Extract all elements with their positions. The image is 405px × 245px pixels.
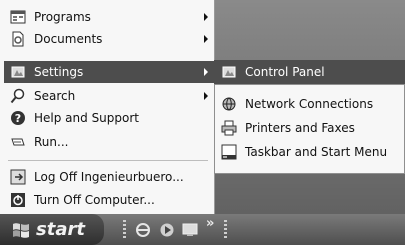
ie-icon[interactable] (134, 221, 152, 239)
submenu-arrow-icon (204, 68, 208, 76)
menu-item-label: Settings (34, 65, 84, 79)
taskbar-grip[interactable] (123, 220, 126, 240)
taskbar: start » (0, 214, 405, 245)
settings-submenu-header: Control Panel (214, 60, 405, 84)
media-icon[interactable] (158, 221, 176, 239)
overflow-chevron[interactable]: » (206, 216, 214, 231)
control-panel-icon (221, 64, 237, 80)
desktop: Programs Documents Settings Search ? Hel… (0, 0, 405, 245)
settings-submenu: Network Connections Printers and Faxes T… (214, 84, 405, 174)
submenu-item-control-panel[interactable]: Control Panel (215, 61, 404, 83)
menu-separator (8, 160, 208, 161)
taskbar-icon (221, 144, 237, 160)
help-icon: ? (10, 110, 26, 126)
menu-item-label: Turn Off Computer... (34, 193, 155, 207)
menu-item-label: Run... (34, 135, 69, 149)
submenu-arrow-icon (204, 92, 208, 100)
submenu-arrow-icon (204, 35, 208, 43)
menu-item-label: Log Off Ingenieurbuero... (34, 170, 184, 184)
submenu-item-label: Taskbar and Start Menu (245, 145, 388, 159)
menu-item-run[interactable]: Run... (4, 131, 214, 153)
run-icon (10, 134, 26, 150)
menu-item-help[interactable]: ? Help and Support (4, 107, 214, 129)
submenu-item-label: Printers and Faxes (245, 121, 355, 135)
submenu-item-label: Network Connections (245, 97, 374, 111)
menu-item-documents[interactable]: Documents (4, 28, 214, 50)
search-icon (10, 88, 26, 104)
menu-item-turn-off[interactable]: Turn Off Computer... (4, 189, 214, 211)
submenu-item-printers[interactable]: Printers and Faxes (215, 117, 404, 139)
svg-text:?: ? (15, 112, 21, 125)
menu-item-label: Programs (34, 10, 91, 24)
menu-item-label: Search (34, 89, 76, 103)
submenu-item-taskbar[interactable]: Taskbar and Start Menu (215, 141, 404, 163)
programs-icon (10, 9, 26, 25)
taskbar-grip[interactable] (224, 220, 227, 240)
documents-icon (10, 31, 26, 47)
submenu-arrow-icon (204, 13, 208, 21)
settings-icon (10, 64, 26, 80)
power-icon (10, 192, 26, 208)
menu-item-programs[interactable]: Programs (4, 6, 214, 28)
network-icon (221, 96, 237, 112)
menu-item-settings[interactable]: Settings (4, 61, 214, 83)
start-menu: Programs Documents Settings Search ? Hel… (0, 0, 215, 214)
windows-flag-icon (12, 221, 30, 239)
submenu-item-network[interactable]: Network Connections (215, 93, 404, 115)
menu-item-log-off[interactable]: Log Off Ingenieurbuero... (4, 166, 214, 188)
menu-item-search[interactable]: Search (4, 85, 214, 107)
menu-item-label: Documents (34, 32, 103, 46)
log-off-icon (10, 169, 26, 185)
desktop-icon[interactable] (181, 221, 199, 239)
start-button[interactable]: start (0, 214, 104, 245)
submenu-item-label: Control Panel (245, 65, 325, 79)
start-label: start (36, 219, 85, 240)
menu-item-label: Help and Support (34, 111, 139, 125)
printer-icon (221, 120, 237, 136)
